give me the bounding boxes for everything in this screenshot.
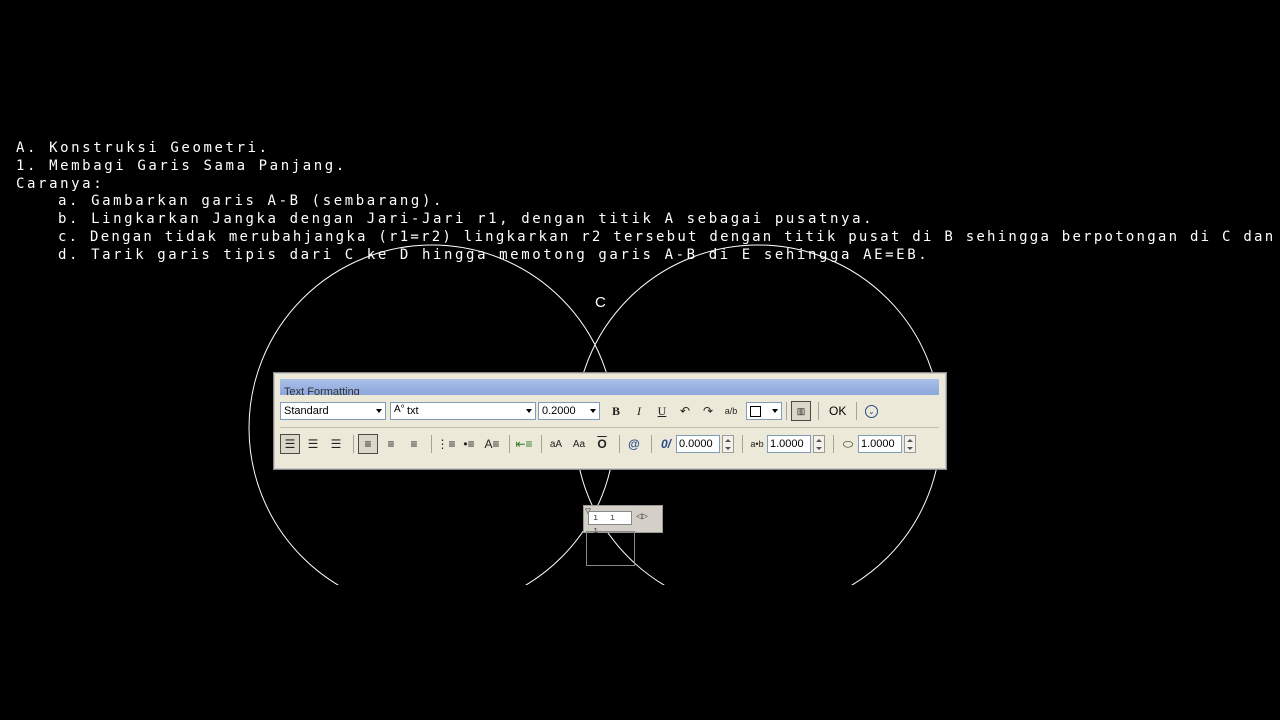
- paragraph-bottom-icon: ≡: [410, 437, 418, 451]
- lettering-icon: A≡: [484, 437, 500, 451]
- step-d: d. Tarik garis tipis dari C ke D hingga …: [58, 247, 930, 263]
- steps-caption: Caranya:: [16, 176, 105, 192]
- toolbar-row-1: Standard A° txt 0.2000 B I U ↶ ↷ a/b ▥ O…: [280, 399, 884, 423]
- separator: [541, 435, 542, 453]
- tracking-label: a•b: [747, 434, 767, 454]
- uppercase-icon: aA: [549, 438, 563, 450]
- align-center-icon: ☰: [307, 437, 319, 451]
- lettering-button[interactable]: A≡: [482, 434, 502, 454]
- tracking-icon: a•b: [750, 439, 764, 449]
- bold-button[interactable]: B: [606, 401, 626, 421]
- font-icon: A°: [394, 404, 405, 415]
- bullets-icon: •≡: [463, 437, 475, 451]
- text-edit-box[interactable]: [586, 531, 635, 566]
- separator: [509, 435, 510, 453]
- italic-button[interactable]: I: [629, 401, 649, 421]
- bullets-button[interactable]: •≡: [459, 434, 479, 454]
- paragraph-icon: ≡: [364, 437, 372, 451]
- overline-icon: O: [597, 437, 607, 451]
- subheading-line: 1. Membagi Garis Sama Panjang.: [16, 158, 347, 174]
- resize-arrows-icon[interactable]: ◁▷: [636, 511, 648, 522]
- separator: [353, 435, 354, 453]
- tracking-input[interactable]: 1.0000: [767, 435, 811, 453]
- options-icon: ⌄: [864, 404, 878, 418]
- align-left-button[interactable]: ☰: [280, 434, 300, 454]
- ok-button[interactable]: OK: [823, 404, 852, 418]
- underline-button[interactable]: U: [652, 401, 672, 421]
- chevron-down-icon: [772, 409, 778, 413]
- redo-button[interactable]: ↷: [698, 401, 718, 421]
- paragraph-top-button[interactable]: ≡: [358, 434, 378, 454]
- numbering-button[interactable]: ⋮≡: [436, 434, 456, 454]
- drawing-canvas: [248, 244, 942, 585]
- separator: [833, 435, 834, 453]
- paragraph-middle-icon: ≡: [387, 437, 395, 451]
- options-button[interactable]: ⌄: [861, 401, 881, 421]
- toolbar-title: Text Formatting: [284, 386, 360, 395]
- separator: [856, 402, 858, 420]
- lowercase-icon: Aa: [572, 438, 586, 450]
- paragraph-middle-button[interactable]: ≡: [381, 434, 401, 454]
- style-value: Standard: [284, 405, 329, 417]
- oblique-icon: 0/: [660, 437, 671, 451]
- width-factor-spinner[interactable]: [904, 435, 916, 453]
- chevron-down-icon: [376, 409, 382, 413]
- redo-icon: ↷: [702, 404, 714, 418]
- width-factor-input[interactable]: 1.0000: [858, 435, 902, 453]
- ruler-icon: ▥: [796, 405, 806, 416]
- font-select[interactable]: A° txt: [390, 402, 536, 420]
- color-icon: [750, 405, 761, 417]
- row-divider: [280, 427, 939, 428]
- chevron-down-icon: [526, 409, 532, 413]
- text-editor-ruler[interactable]: ▽ ı ı ı ◁▷: [583, 505, 663, 536]
- oblique-angle-input[interactable]: 0.0000: [676, 435, 720, 453]
- heading-line: A. Konstruksi Geometri.: [16, 140, 270, 156]
- overline-button[interactable]: O: [592, 434, 612, 454]
- separator: [651, 435, 652, 453]
- text-formatting-toolbar[interactable]: Text Formatting Standard A° txt 0.2000 B…: [273, 372, 947, 470]
- lowercase-button[interactable]: Aa: [569, 434, 589, 454]
- symbol-button[interactable]: @: [624, 434, 644, 454]
- stack-icon: a/b: [724, 406, 738, 416]
- step-b: b. Lingkarkan Jangka dengan Jari-Jari r1…: [58, 211, 875, 227]
- separator: [742, 435, 743, 453]
- separator: [431, 435, 432, 453]
- ruler-ticks: ı ı ı: [588, 511, 632, 536]
- chevron-down-icon: [590, 409, 596, 413]
- toolbar-titlebar[interactable]: Text Formatting: [280, 379, 939, 395]
- symbol-icon: @: [628, 437, 640, 451]
- insert-field-icon: ⇤≡: [515, 437, 533, 451]
- align-left-icon: ☰: [284, 437, 296, 451]
- style-select[interactable]: Standard: [280, 402, 386, 420]
- tracking-spinner[interactable]: [813, 435, 825, 453]
- font-value: txt: [407, 405, 419, 417]
- insert-field-button[interactable]: ⇤≡: [514, 434, 534, 454]
- oblique-label: 0/: [656, 434, 676, 454]
- separator: [818, 402, 819, 420]
- align-right-icon: ☰: [330, 437, 342, 451]
- point-c-label: C: [595, 294, 606, 311]
- stack-button[interactable]: a/b: [721, 401, 741, 421]
- width-label: ⬭: [838, 434, 858, 454]
- numbering-icon: ⋮≡: [436, 437, 456, 451]
- oblique-spinner[interactable]: [722, 435, 734, 453]
- paragraph-bottom-button[interactable]: ≡: [404, 434, 424, 454]
- undo-icon: ↶: [679, 404, 691, 418]
- text-height-value: 0.2000: [542, 405, 576, 417]
- step-c: c. Dengan tidak merubahjangka (r1=r2) li…: [58, 229, 1280, 245]
- step-a: a. Gambarkan garis A-B (sembarang).: [58, 193, 445, 209]
- width-icon: ⬭: [842, 436, 854, 451]
- ruler-button[interactable]: ▥: [791, 401, 811, 421]
- separator: [619, 435, 620, 453]
- color-select[interactable]: [746, 402, 782, 420]
- uppercase-button[interactable]: aA: [546, 434, 566, 454]
- toolbar-row-2: ☰ ☰ ☰ ≡ ≡ ≡ ⋮≡ •≡ A≡ ⇤≡ aA Aa O @ 0/ 0.0…: [280, 432, 920, 456]
- text-height-select[interactable]: 0.2000: [538, 402, 600, 420]
- align-right-button[interactable]: ☰: [326, 434, 346, 454]
- separator: [786, 402, 787, 420]
- align-center-button[interactable]: ☰: [303, 434, 323, 454]
- undo-button[interactable]: ↶: [675, 401, 695, 421]
